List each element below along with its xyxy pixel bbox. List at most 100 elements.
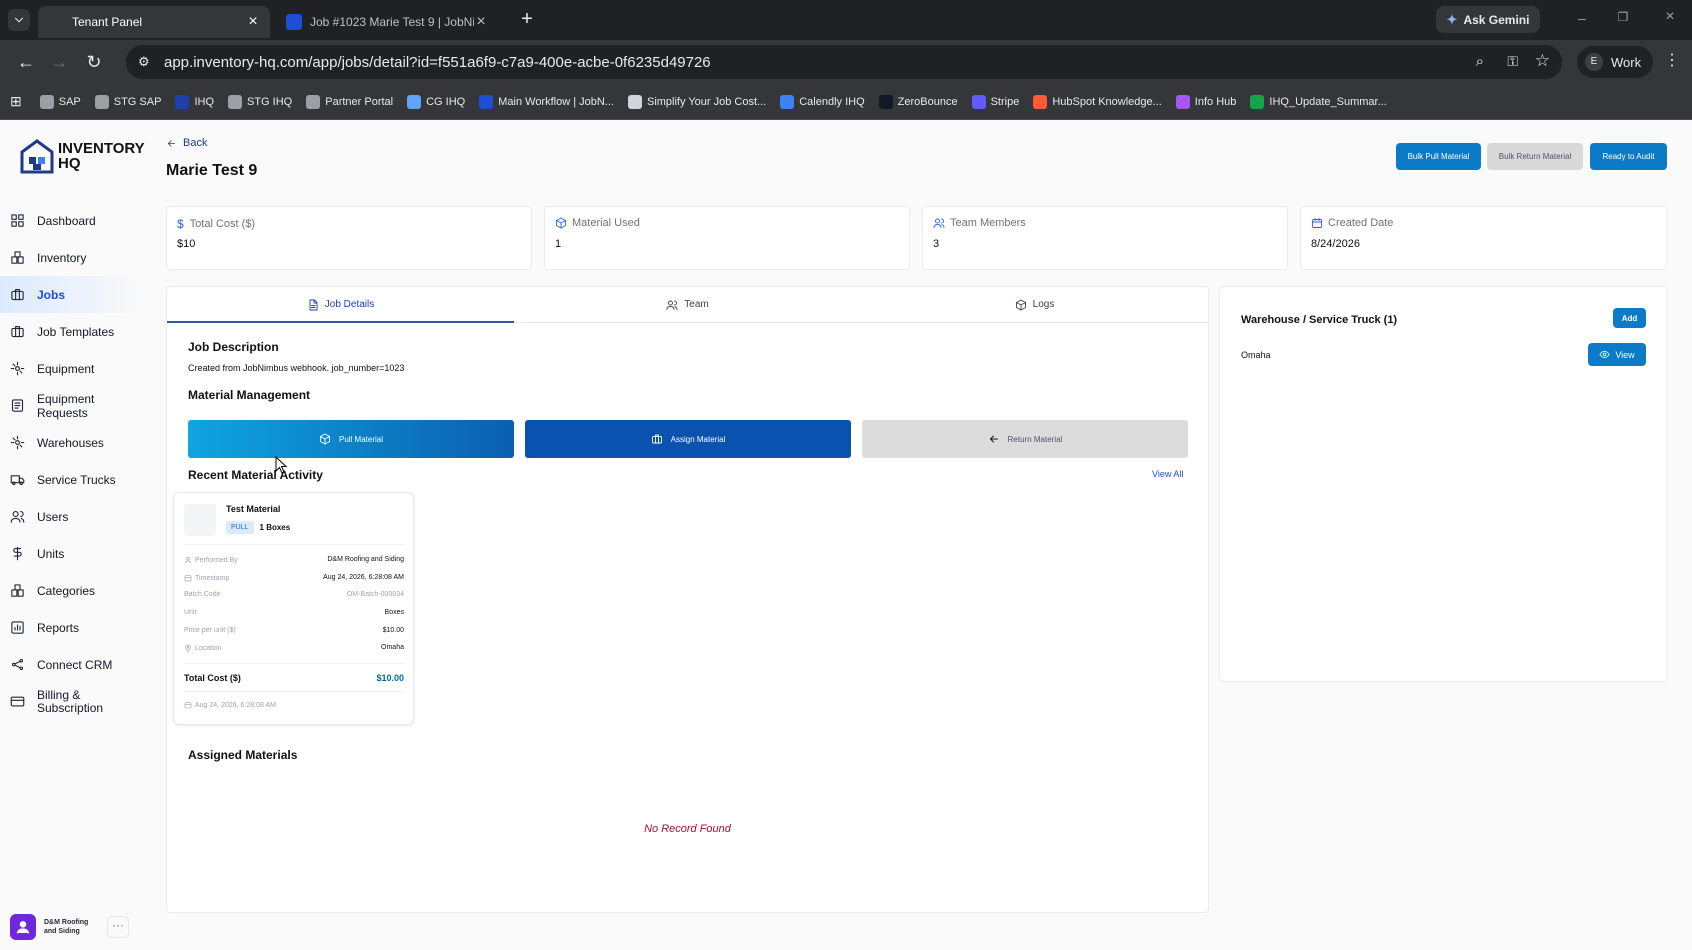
bookmark-item[interactable]: Info Hub (1175, 94, 1236, 109)
total-label: Total Cost ($) (184, 673, 241, 683)
view-warehouse-button[interactable]: View (1588, 343, 1646, 366)
price-row: Price per unit ($) $10.00 (184, 627, 404, 634)
page-title: Marie Test 9 (166, 162, 258, 179)
no-record-message: No Record Found (644, 823, 731, 835)
bookmark-item[interactable]: IHQ_Update_Summar... (1250, 94, 1387, 109)
activity-card[interactable]: Test Material PULL 1 Boxes Performed By … (173, 492, 414, 725)
sidebar-item-equipment-requests[interactable]: Equipment Requests (0, 387, 145, 424)
stat-value: 3 (933, 238, 940, 250)
browser-tab-jobnimbus[interactable]: Job #1023 Marie Test 9 | JobNimbus × (276, 6, 498, 38)
bulk-pull-material-button[interactable]: Bulk Pull Material (1396, 143, 1481, 170)
tab-logs[interactable]: Logs (861, 287, 1208, 322)
sidebar-item-reports[interactable]: Reports (0, 609, 145, 646)
back-arrow-icon[interactable]: ← (16, 52, 36, 72)
minimize-button[interactable]: – (1572, 10, 1592, 30)
add-warehouse-button[interactable]: Add (1613, 308, 1646, 328)
return-material-button[interactable]: Return Material (862, 420, 1188, 458)
calendar-icon (1312, 218, 1322, 228)
sidebar-item-units[interactable]: Units (0, 535, 145, 572)
bookmark-favicon (780, 94, 795, 109)
sidebar: INVENTORY HQ Dashboard Inventory Jobs Job T… (0, 120, 145, 950)
browser-tab-tenant-panel[interactable]: Tenant Panel × (38, 6, 270, 38)
tab-job-details[interactable]: Job Details (167, 287, 514, 323)
bookmark-star-icon[interactable]: ☆ (1535, 51, 1550, 71)
row-key: Timestamp (195, 574, 230, 582)
job-description-heading: Job Description (188, 340, 279, 354)
bookmark-item[interactable]: Calendly IHQ (780, 94, 865, 109)
profile-button[interactable]: E Work (1577, 46, 1653, 78)
more-options-button[interactable]: ··· (107, 916, 129, 938)
bookmark-item[interactable]: Main Workflow | JobN... (479, 94, 614, 109)
job-templates-icon (11, 325, 24, 338)
apps-grid-icon[interactable]: ⊞ (10, 93, 22, 110)
stat-label-text: Total Cost ($) (189, 218, 256, 230)
sidebar-item-label: Dashboard (37, 213, 96, 228)
row-key: Location (195, 644, 222, 652)
bookmark-item[interactable]: IHQ (175, 94, 214, 109)
restore-button[interactable]: ❐ (1613, 10, 1633, 30)
bookmark-item[interactable]: HubSpot Knowledge... (1033, 94, 1162, 109)
org-name: D&M Roofing and Siding (44, 919, 89, 935)
sidebar-item-label: Users (37, 509, 69, 524)
footer-date-text: Aug 24, 2026, 6:28:08 AM (195, 701, 276, 709)
sidebar-item-equipment[interactable]: Equipment (0, 350, 145, 387)
bookmark-item[interactable]: Simplify Your Job Cost... (627, 94, 766, 109)
zoom-icon[interactable]: ⌕ (1476, 53, 1484, 70)
browser-menu-icon[interactable]: ⋮ (1664, 50, 1680, 70)
assign-material-button[interactable]: Assign Material (525, 420, 851, 458)
warehouse-panel: Warehouse / Service Truck (1) Add Omaha … (1219, 286, 1667, 682)
divider (184, 691, 404, 692)
close-tab-icon[interactable]: × (246, 14, 260, 30)
tab-label: Job Details (324, 299, 375, 310)
address-bar[interactable]: ⚙ app.inventory-hq.com/app/jobs/detail?i… (126, 45, 1562, 79)
close-tab-icon[interactable]: × (474, 14, 488, 30)
tab-favicon (48, 14, 64, 30)
bookmark-item[interactable]: ZeroBounce (878, 94, 958, 109)
pull-material-button[interactable]: Pull Material (188, 420, 514, 458)
bookmark-favicon (407, 94, 422, 109)
sidebar-item-truck[interactable]: Service Trucks (0, 461, 145, 498)
row-value: $10.00 (382, 627, 404, 634)
ready-to-audit-button[interactable]: Ready to Audit (1590, 143, 1667, 170)
close-window-button[interactable]: × (1660, 8, 1680, 28)
bulk-return-material-button[interactable]: Bulk Return Material (1487, 143, 1583, 170)
tab-search-button[interactable] (8, 9, 30, 31)
bookmark-item[interactable]: STG SAP (94, 94, 161, 109)
bookmark-favicon (479, 94, 494, 109)
inventory-hq-logo[interactable]: INVENTORY HQ (20, 138, 145, 174)
user-icon (17, 921, 29, 934)
back-link[interactable]: Back (166, 137, 207, 149)
sidebar-item-connect-crm[interactable]: Connect CRM (0, 646, 145, 683)
site-info-icon[interactable]: ⚙ (138, 54, 154, 70)
bookmark-item[interactable]: CG IHQ (407, 94, 465, 109)
sidebar-item-dashboard[interactable]: Dashboard (0, 202, 145, 239)
sidebar-item-warehouses[interactable]: Warehouses (0, 424, 145, 461)
reload-icon[interactable]: ↻ (84, 52, 104, 72)
assigned-materials-heading: Assigned Materials (188, 748, 298, 762)
bookmark-item[interactable]: SAP (39, 94, 81, 109)
sidebar-item-inventory[interactable]: Inventory (0, 239, 145, 276)
ask-gemini-button[interactable]: ✦ Ask Gemini (1436, 6, 1540, 33)
forward-arrow-icon[interactable]: → (49, 52, 69, 72)
sidebar-item-job-templates[interactable]: Job Templates (0, 313, 145, 350)
bookmark-label: Partner Portal (325, 95, 394, 108)
org-avatar[interactable] (10, 914, 36, 940)
tab-label: Team (684, 299, 709, 310)
sidebar-item-jobs[interactable]: Jobs (0, 276, 145, 313)
logo-text: INVENTORY HQ (58, 141, 145, 171)
dollar-icon: $ (177, 217, 184, 231)
tab-team[interactable]: Team (514, 287, 861, 322)
sidebar-item-categories[interactable]: Categories (0, 572, 145, 609)
bookmark-item[interactable]: Stripe (971, 94, 1019, 109)
sidebar-item-users[interactable]: Users (0, 498, 145, 535)
bookmarks-bar: ⊞ SAP STG SAP IHQ STG IHQ Partner Portal CG I… (0, 84, 1692, 120)
sidebar-item-billing[interactable]: Billing & Subscription (0, 683, 145, 720)
view-all-link[interactable]: View All (1152, 469, 1183, 479)
bookmark-favicon (39, 94, 54, 109)
new-tab-button[interactable]: + (516, 9, 538, 31)
password-key-icon[interactable]: ⚿ (1507, 53, 1518, 70)
recent-activity-heading: Recent Material Activity (188, 468, 323, 482)
bookmark-item[interactable]: Partner Portal (306, 94, 394, 109)
bookmark-item[interactable]: STG IHQ (228, 94, 292, 109)
users-icon (10, 510, 25, 523)
